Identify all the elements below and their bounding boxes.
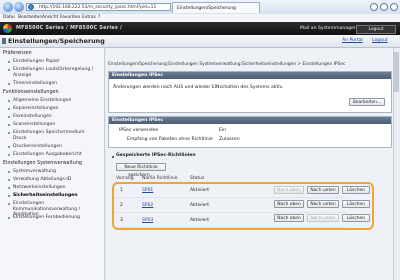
header-logout-button[interactable]: Logout (356, 25, 396, 34)
restart-notice: Änderungen werden nach AUS und wieder EI… (113, 85, 284, 90)
settings-icon[interactable] (390, 3, 398, 11)
sidebar-item-copy[interactable]: Kopiereinstellungen (8, 106, 58, 112)
sidebar-section-functions: Funktionseinstellungen (3, 90, 59, 95)
ipsec-use-label: IPSec verwenden (119, 128, 159, 133)
sidebar-item-fax[interactable]: Faxeinstellungen (8, 114, 52, 120)
menu-view[interactable]: Ansicht (42, 14, 58, 22)
sidebar-item-general[interactable]: Allgemeine Einstellungen (8, 98, 71, 104)
sidebar-section-system: Einstellungen Systemverwaltung (3, 161, 82, 166)
sidebar-item-report[interactable]: Einstellungen Ausgabebericht (8, 152, 82, 158)
back-icon[interactable] (3, 2, 13, 12)
menu-favorites[interactable]: Favoriten (60, 14, 80, 22)
settings-panel-header: Einstellungen IPSec (109, 117, 391, 124)
mail-admin-link[interactable]: Mail an Systemmanager (300, 22, 356, 35)
policy-rows-highlight (112, 182, 374, 230)
edit-button[interactable]: Bearbeiten... (349, 98, 385, 106)
browser-tab[interactable]: Einstellungen/Speicherung (172, 2, 260, 13)
url-input[interactable]: http://192.168.222.53/m_security_ipsec.h… (26, 3, 171, 11)
settings-page-icon (2, 38, 6, 44)
menu-file[interactable]: Datei (3, 14, 15, 22)
browser-address-bar: http://192.168.222.53/m_security_ipsec.h… (0, 0, 400, 15)
sidebar-item-scan[interactable]: Scaneinstellungen (8, 122, 55, 128)
menu-edit[interactable]: Bearbeiten (18, 14, 42, 22)
page-title-bar: Einstellungen/Speicherung An Portal Logo… (0, 35, 400, 48)
packets-no-policy-value: Zulassen (219, 137, 240, 142)
page-title: Einstellungen/Speicherung (8, 37, 105, 45)
sidebar-item-timer[interactable]: Timereinstellungen (8, 81, 57, 87)
sidebar-item-volume-display[interactable]: Einstellungen Lautstärkeregelung / Anzei… (8, 67, 101, 78)
home-icon[interactable] (370, 3, 378, 11)
sidebar-item-paper[interactable]: Einstellungen Papier (8, 59, 60, 65)
sidebar-section-preferences: Präferenzen (3, 51, 32, 56)
menu-tools[interactable]: Extras (82, 14, 96, 22)
device-logo-icon (3, 24, 12, 33)
ipsec-settings-panel: Einstellungen IPSec IPSec verwenden Ein … (108, 116, 392, 148)
forward-icon[interactable] (14, 2, 24, 12)
browser-icon (28, 4, 34, 10)
breadcrumb: Einstellungen/Speicherung:Einstellungen … (108, 62, 346, 67)
sidebar-item-media-print[interactable]: Einstellungen Speichermedium Druck (8, 130, 95, 141)
sidebar-item-system-management[interactable]: Systemverwaltung (8, 169, 56, 175)
ipsec-use-value: Ein (219, 128, 227, 133)
portal-link[interactable]: An Portal (342, 35, 363, 47)
favorites-icon[interactable] (380, 3, 388, 11)
logout-link[interactable]: Logout (372, 35, 388, 47)
scrollbar-thumb[interactable] (394, 52, 399, 92)
sidebar-item-remote-ui[interactable]: Einstellungen Fernbedienung (8, 215, 80, 221)
device-name: MF8500C Series / MF8500C Series / (16, 25, 122, 31)
menu-help[interactable]: ? (98, 14, 100, 22)
sidebar: Präferenzen Einstellungen Papier Einstel… (0, 48, 105, 280)
sidebar-item-printer[interactable]: Druckereinstellungen (8, 144, 62, 150)
ipsec-notice-panel: Einstellungen IPSec Änderungen werden na… (108, 71, 392, 113)
ipsec-panel-header: Einstellungen IPSec (109, 72, 391, 79)
sidebar-item-network[interactable]: Netzwerkeinstellungen (8, 185, 66, 191)
policies-section-title: Gespeicherte IPSec-Richtlinien (116, 153, 196, 158)
section-bullet-icon (112, 156, 114, 158)
sidebar-item-dept-id[interactable]: Verwaltung Abteilungs-ID (8, 177, 71, 183)
packets-no-policy-label: Empfang von Paketen ohne Richtlinie (127, 137, 213, 142)
save-new-policy-button[interactable]: Neue Richtlinie speichern... (116, 163, 166, 178)
device-header: MF8500C Series / MF8500C Series / Mail a… (0, 22, 400, 35)
sidebar-item-security[interactable]: Sicherheitseinstellungen (8, 193, 78, 199)
